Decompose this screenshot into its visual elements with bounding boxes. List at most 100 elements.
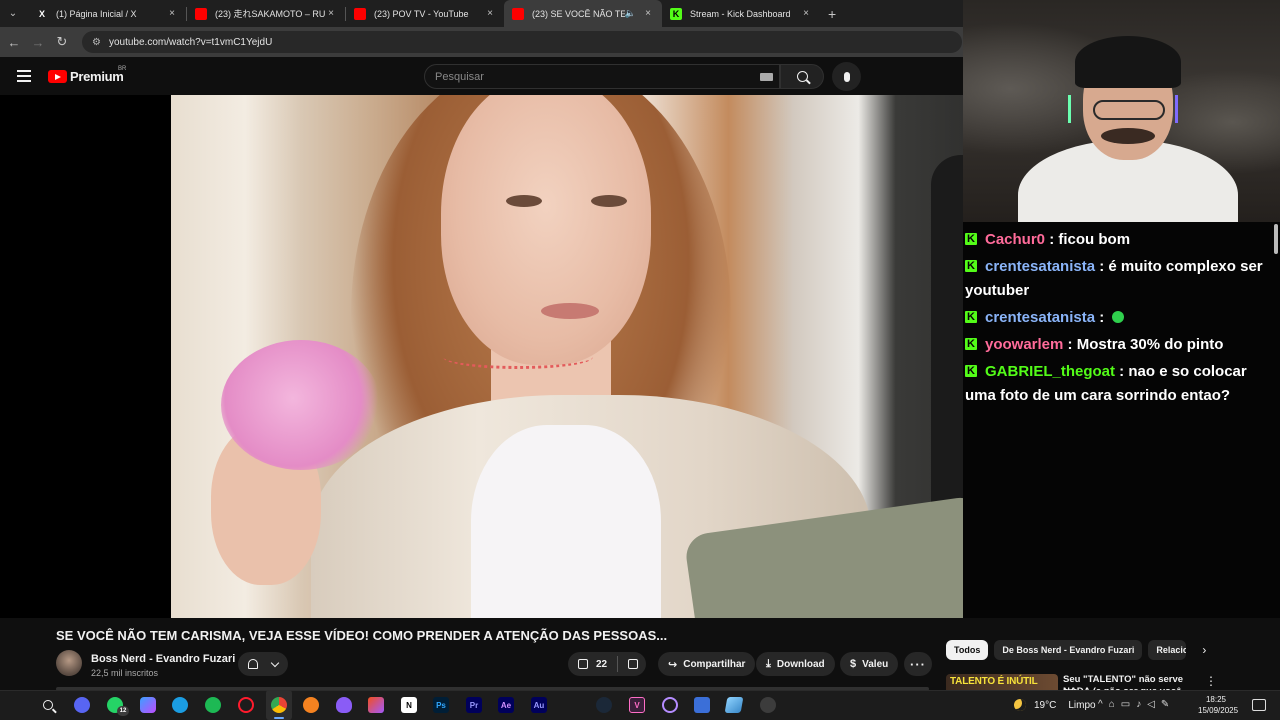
bell-icon	[248, 659, 258, 669]
app-icon[interactable]	[336, 697, 352, 713]
chevron-right-icon[interactable]: ›	[1202, 643, 1206, 657]
like-count[interactable]: 22	[596, 659, 607, 670]
weather-desc: Limpo	[1068, 699, 1096, 711]
spotify-icon[interactable]	[205, 697, 221, 713]
tab-sakamoto[interactable]: (23) 走れSAKAMOTO – RUN SA ×	[187, 0, 345, 27]
kick-badge-icon	[965, 254, 977, 278]
subscriber-count: 22,5 mil inscritos	[91, 668, 159, 678]
display-icon[interactable]: ▭	[1121, 699, 1136, 710]
edge-icon[interactable]	[172, 697, 188, 713]
share-icon: ↪	[668, 658, 678, 671]
opera-icon[interactable]	[238, 697, 254, 713]
screen: ⌄ X (1) Página Inicial / X × (23) 走れSAKA…	[0, 0, 1280, 720]
chat-username: yoowarlem	[985, 336, 1064, 353]
windows-start-icon[interactable]	[9, 699, 22, 712]
system-tray[interactable]: ^⌂▭♪◁✎	[1098, 699, 1175, 710]
menu-icon[interactable]	[17, 70, 31, 82]
thumbnail-text: TALENTO É INÚTIL	[950, 676, 1038, 687]
chevron-down-icon	[270, 658, 280, 667]
search-button[interactable]	[780, 64, 824, 89]
like-divider	[617, 656, 619, 672]
search-input[interactable]: Pesquisar	[424, 64, 780, 89]
speaker-icon[interactable]: 🔈	[625, 8, 636, 19]
keyboard-icon[interactable]	[760, 73, 773, 81]
youtube-premium-logo[interactable]: Premium BR	[48, 66, 126, 84]
microphone-icon[interactable]: ♪	[1136, 699, 1147, 710]
chevron-up-icon[interactable]: ^	[1098, 699, 1109, 710]
steam-icon[interactable]	[596, 697, 612, 713]
tab-current-video[interactable]: (23) SE VOCÊ NÃO TEM CA 🔈 ×	[504, 0, 662, 27]
video-player[interactable]	[0, 95, 1100, 618]
chrome-icon[interactable]	[271, 697, 287, 713]
obs-icon[interactable]	[760, 697, 776, 713]
close-icon[interactable]: ×	[166, 8, 178, 19]
channel-name[interactable]: Boss Nerd - Evandro Fuzari	[91, 653, 235, 665]
microphone-icon	[843, 71, 850, 82]
chat-emote-icon	[1112, 311, 1125, 323]
close-icon[interactable]: ×	[642, 8, 654, 19]
clock-time: 18:25	[1205, 695, 1227, 704]
app-icon[interactable]	[694, 697, 710, 713]
after-effects-icon[interactable]: Ae	[498, 697, 514, 713]
site-info-icon[interactable]: ⚙	[92, 37, 101, 48]
video-subject-lips	[541, 303, 599, 319]
forward-arrow-icon[interactable]: →	[26, 35, 50, 50]
like-dislike-group: 22	[568, 652, 647, 676]
whatsapp-badge: 12	[117, 706, 129, 716]
download-label: Download	[776, 658, 825, 670]
more-actions-button[interactable]: ···	[904, 652, 932, 676]
youtube-icon	[512, 7, 524, 20]
chip-all[interactable]: Todos	[946, 640, 989, 660]
new-tab-button[interactable]: +	[828, 6, 836, 22]
reload-icon[interactable]: ↻	[50, 34, 74, 50]
discord-icon[interactable]	[74, 697, 90, 713]
thanks-button[interactable]: $ Valeu	[840, 652, 899, 676]
voice-search-button[interactable]	[832, 62, 861, 91]
download-button[interactable]: ⤓ Download	[756, 652, 835, 676]
app-icon[interactable]: V	[629, 697, 645, 713]
weather-widget[interactable]: 19°C Limpo	[1014, 699, 1096, 711]
premiere-icon[interactable]: Pr	[466, 697, 482, 713]
tab-kick-dashboard[interactable]: K Stream - Kick Dashboard ×	[662, 0, 820, 27]
audition-icon[interactable]: Au	[531, 697, 547, 713]
tab-title: (23) POV TV - YouTube	[374, 8, 469, 19]
photoshop-icon[interactable]: Ps	[433, 697, 449, 713]
app-icon[interactable]	[662, 697, 678, 713]
search-icon[interactable]	[40, 697, 56, 713]
notion-icon[interactable]: N	[401, 697, 417, 713]
notifications-icon[interactable]	[1252, 699, 1266, 711]
network-icon[interactable]: ⌂	[1109, 699, 1121, 710]
blender-icon[interactable]	[303, 697, 319, 713]
url-field[interactable]: ⚙ youtube.com/watch?v=t1vmC1YejdU	[82, 31, 962, 53]
chat-username: Cachur0	[985, 231, 1046, 248]
search-icon	[796, 71, 808, 82]
close-icon[interactable]: ×	[484, 8, 496, 19]
like-icon[interactable]	[578, 659, 588, 669]
close-icon[interactable]: ×	[325, 8, 337, 19]
kick-badge-icon	[965, 305, 977, 329]
chat-scrollbar[interactable]	[1274, 224, 1278, 254]
tab-title: (23) SE VOCÊ NÃO TEM CA	[532, 8, 625, 19]
subscribed-bell-button[interactable]	[238, 652, 288, 676]
chat-message: crentesatanista : é muito complexo ser y…	[965, 254, 1268, 303]
volume-icon[interactable]: ◁	[1147, 699, 1161, 710]
app-icon[interactable]	[724, 697, 744, 713]
pen-icon[interactable]: ✎	[1161, 699, 1175, 710]
copilot-icon[interactable]	[140, 697, 156, 713]
kick-icon: K	[670, 7, 682, 20]
taskbar-clock[interactable]: 18:25 15/09/2025	[1198, 694, 1238, 716]
video-subject-necklace	[443, 345, 593, 369]
video-title: SE VOCÊ NÃO TEM CARISMA, VEJA ESSE VÍDEO…	[56, 628, 668, 643]
tab-search-button[interactable]: ⌄	[4, 5, 22, 23]
chip-from-channel[interactable]: De Boss Nerd - Evandro Fuzari	[994, 640, 1143, 660]
chip-related[interactable]: Relacio	[1148, 640, 1187, 660]
more-vertical-icon[interactable]: ⋮	[1205, 674, 1217, 688]
dislike-icon[interactable]	[628, 659, 639, 669]
channel-avatar[interactable]	[56, 650, 82, 676]
tab-pov-tv[interactable]: (23) POV TV - YouTube ×	[346, 0, 504, 27]
back-arrow-icon[interactable]: ←	[2, 35, 26, 50]
figma-icon[interactable]	[368, 697, 384, 713]
share-button[interactable]: ↪ Compartilhar	[658, 652, 756, 676]
tab-x[interactable]: X (1) Página Inicial / X ×	[28, 0, 186, 27]
close-icon[interactable]: ×	[800, 8, 812, 19]
